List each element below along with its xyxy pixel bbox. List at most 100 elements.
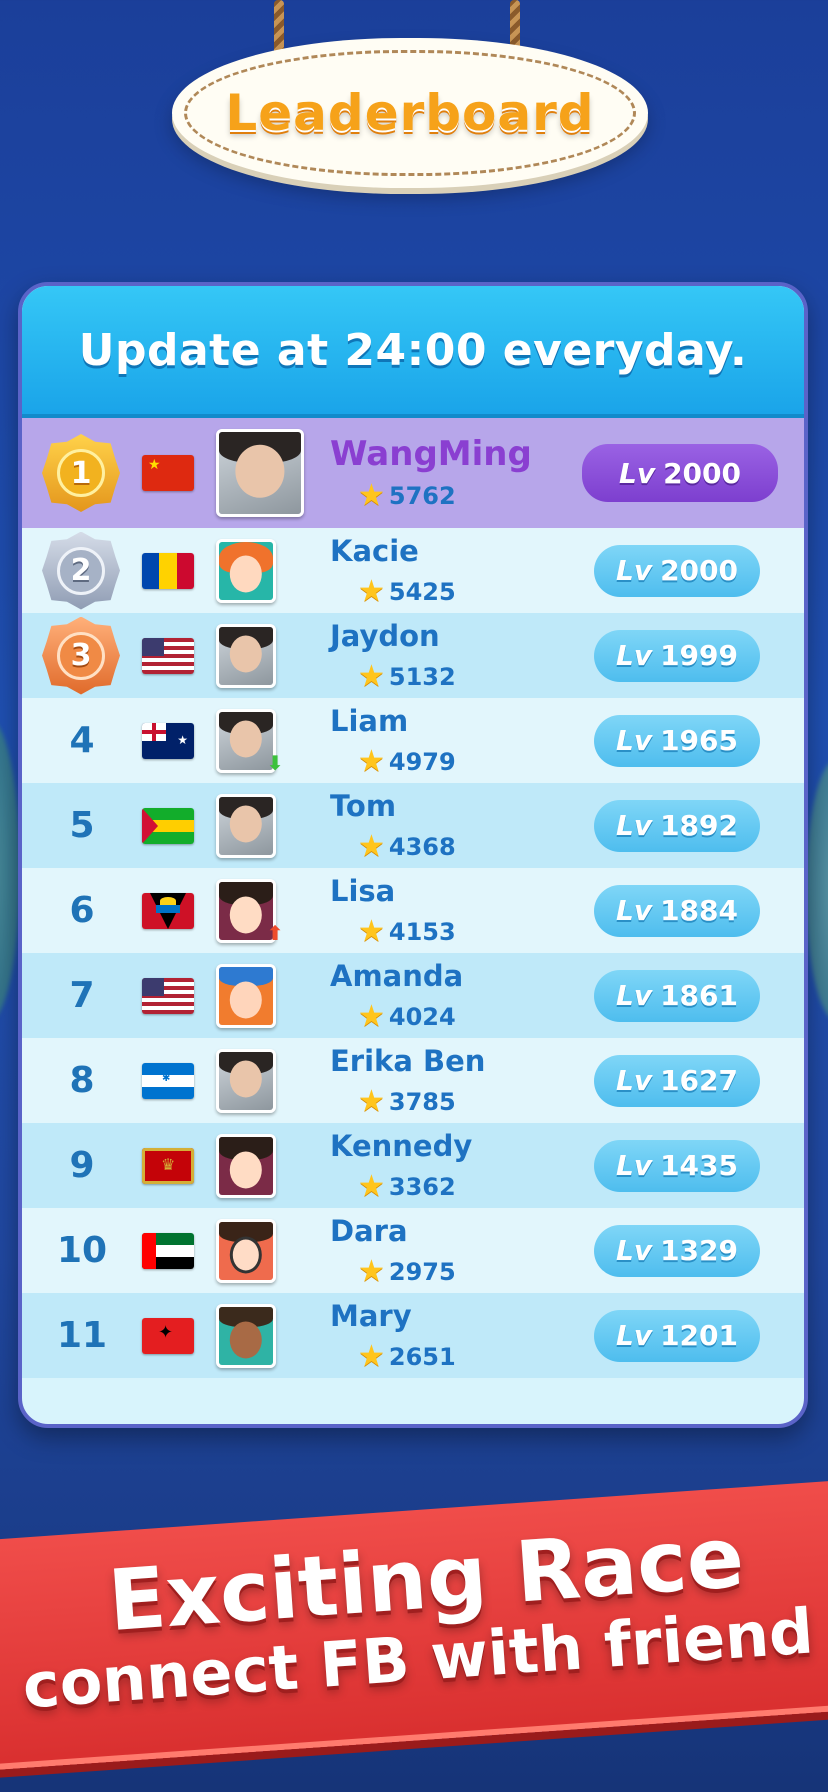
leaderboard-row[interactable]: 2 Kacie ★ 5425 Lv 2000 [22, 528, 804, 613]
player-avatar[interactable] [216, 1133, 276, 1198]
level-prefix: Lv [615, 724, 653, 757]
update-note: Update at 24:00 everyday. [78, 324, 748, 376]
country-flag-icon: ✱ [142, 1062, 194, 1099]
country-flag-icon [142, 1232, 194, 1269]
player-score: ★ 5132 [358, 659, 456, 694]
player-avatar[interactable] [216, 1303, 276, 1368]
leaderboard-row[interactable]: 3 Jaydon ★ 5132 Lv 1999 [22, 613, 804, 698]
level-value: 1884 [660, 894, 739, 927]
rank-number: 10 [56, 1230, 108, 1271]
star-icon: ★ [358, 829, 385, 864]
level-badge: Lv 2000 [594, 544, 760, 597]
level-value: 1627 [660, 1064, 739, 1097]
level-prefix: Lv [615, 554, 653, 587]
level-value: 1329 [660, 1234, 739, 1267]
level-prefix: Lv [615, 1064, 653, 1097]
level-badge: Lv 1329 [594, 1224, 760, 1277]
rank-number: 1 [57, 449, 105, 497]
country-flag-icon [142, 637, 194, 674]
player-name: Lisa [330, 874, 396, 908]
player-avatar[interactable] [216, 963, 276, 1028]
star-icon: ★ [358, 999, 385, 1034]
star-icon: ★ [358, 659, 385, 694]
player-avatar[interactable] [216, 1218, 276, 1283]
rank-number: 9 [69, 1145, 95, 1186]
level-value: 1201 [660, 1319, 739, 1352]
score-value: 4024 [388, 1002, 456, 1031]
board-header: Update at 24:00 everyday. [22, 286, 804, 418]
player-name: Kacie [330, 534, 419, 568]
player-avatar[interactable] [216, 429, 304, 517]
level-value: 2000 [663, 456, 742, 490]
rank-number: 4 [69, 720, 95, 761]
score-value: 2975 [388, 1257, 456, 1286]
player-name: Dara [330, 1214, 408, 1248]
leaderboard-row[interactable]: 6 ⬆ Lisa ★ 4153 Lv 1884 [22, 868, 804, 953]
page-title: Leaderboard [225, 84, 595, 142]
player-name: Jaydon [330, 619, 440, 653]
star-icon: ★ [358, 478, 385, 513]
score-value: 3362 [388, 1172, 456, 1201]
level-prefix: Lv [615, 1319, 653, 1352]
player-score: ★ 4153 [358, 914, 456, 949]
leaderboard-row[interactable]: 10 Dara ★ 2975 Lv 1329 [22, 1208, 804, 1293]
leaderboard-row[interactable]: 11 ✦ Mary ★ 2651 Lv 1201 [22, 1293, 804, 1378]
level-value: 1965 [660, 724, 739, 757]
player-name: Mary [330, 1299, 412, 1333]
level-prefix: Lv [615, 894, 653, 927]
leaderboard-row[interactable]: 4 ★ ⬇ Liam ★ 4979 Lv 1965 [22, 698, 804, 783]
background-foliage-left [0, 720, 20, 1020]
star-icon: ★ [358, 574, 385, 609]
rank-number: 2 [57, 546, 105, 595]
level-badge: Lv 1627 [594, 1054, 760, 1107]
score-value: 4368 [388, 832, 456, 861]
level-prefix: Lv [615, 1149, 653, 1182]
score-value: 4979 [388, 747, 456, 776]
rank-up-arrow-icon: ⬆ [266, 920, 284, 945]
score-value: 5132 [388, 662, 456, 691]
star-icon: ★ [358, 1084, 385, 1119]
country-flag-icon [142, 807, 194, 844]
star-icon: ★ [358, 914, 385, 949]
star-icon: ★ [358, 744, 385, 779]
silver-medal-icon: 2 [42, 531, 120, 610]
level-badge: Lv 1892 [594, 799, 760, 852]
country-flag-icon: ★ [142, 722, 194, 759]
player-name: Erika Ben [330, 1044, 486, 1078]
player-avatar[interactable] [216, 538, 276, 603]
player-score: ★ 2651 [358, 1339, 456, 1374]
player-avatar[interactable] [216, 623, 276, 688]
leaderboard-row[interactable]: 7 Amanda ★ 4024 Lv 1861 [22, 953, 804, 1038]
player-score: ★ 5762 [358, 478, 456, 513]
player-avatar[interactable] [216, 793, 276, 858]
rank-number: 7 [69, 975, 95, 1016]
player-name: WangMing [330, 434, 532, 474]
country-flag-icon: ✦ [142, 1317, 194, 1354]
level-value: 1435 [660, 1149, 739, 1182]
title-sign: Leaderboard [172, 38, 648, 188]
rank-number: 3 [57, 631, 105, 680]
rank-down-arrow-icon: ⬇ [266, 750, 284, 775]
player-name: Amanda [330, 959, 464, 993]
leaderboard-list[interactable]: 1 ★ WangMing ★ 5762 Lv 2000 2 Kacie ★ 5425 Lv 2000 3 J… [22, 418, 804, 1378]
level-prefix: Lv [615, 639, 653, 672]
player-score: ★ 4979 [358, 744, 456, 779]
leaderboard-row[interactable]: 5 Tom ★ 4368 Lv 1892 [22, 783, 804, 868]
leaderboard-row[interactable]: 8 ✱ Erika Ben ★ 3785 Lv 1627 [22, 1038, 804, 1123]
score-value: 5762 [388, 481, 456, 510]
player-score: ★ 3785 [358, 1084, 456, 1119]
player-avatar[interactable] [216, 1048, 276, 1113]
country-flag-icon [142, 977, 194, 1014]
star-icon: ★ [358, 1339, 385, 1374]
bronze-medal-icon: 3 [42, 616, 120, 695]
player-name: Kennedy [330, 1129, 473, 1163]
level-badge: Lv 1435 [594, 1139, 760, 1192]
level-prefix: Lv [615, 809, 653, 842]
level-badge: Lv 1861 [594, 969, 760, 1022]
gold-medal-icon: 1 [42, 434, 120, 512]
country-flag-icon: ♛ [142, 1147, 194, 1184]
level-value: 1892 [660, 809, 739, 842]
leaderboard-row[interactable]: 9 ♛ Kennedy ★ 3362 Lv 1435 [22, 1123, 804, 1208]
level-prefix: Lv [615, 979, 653, 1012]
leaderboard-row[interactable]: 1 ★ WangMing ★ 5762 Lv 2000 [22, 418, 804, 528]
